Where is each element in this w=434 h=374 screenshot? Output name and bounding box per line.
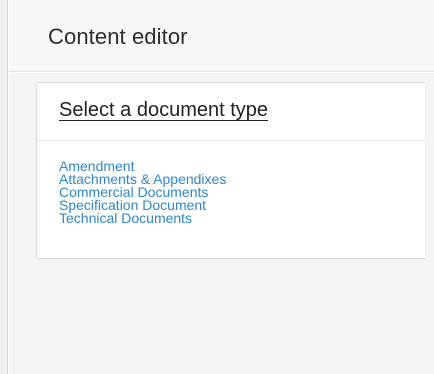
panel-title: Select a document type — [59, 99, 269, 121]
document-type-panel: Select a document type Amendment Attachm… — [36, 82, 425, 259]
page-title: Content editor — [48, 24, 188, 49]
content-editor-window: Content editor Select a document type Am… — [0, 0, 434, 374]
header: Content editor — [9, 0, 434, 72]
document-type-link-technical-documents[interactable]: Technical Documents — [59, 211, 226, 225]
document-type-list: Amendment Attachments & Appendixes Comme… — [59, 159, 226, 225]
left-rail — [0, 0, 8, 374]
panel-header: Select a document type — [37, 83, 425, 141]
